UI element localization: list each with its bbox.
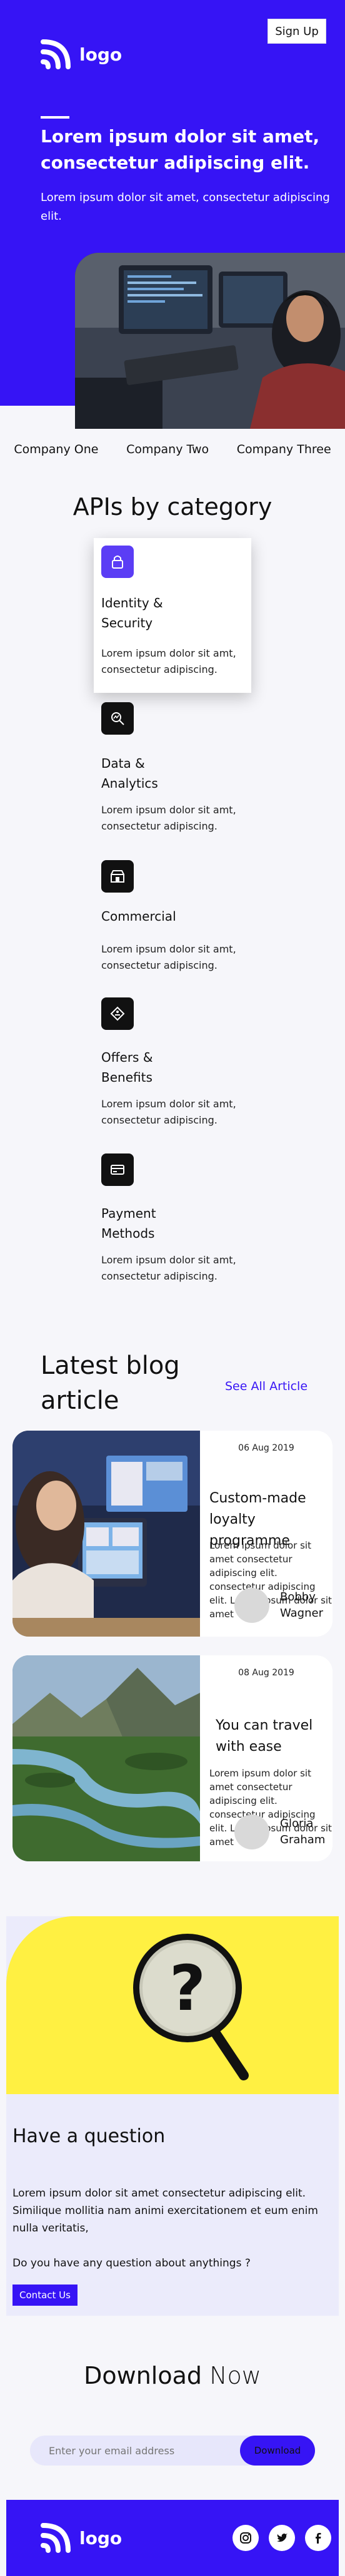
api-category-item[interactable]: Data & Analytics Lorem ipsum dolor sit a… bbox=[101, 702, 258, 846]
blog-post-card[interactable]: 08 Aug 2019 You can travel with ease Lor… bbox=[12, 1655, 332, 1861]
company-name: Company One bbox=[14, 443, 99, 456]
api-category-title: Commercial bbox=[101, 909, 176, 924]
facebook-icon[interactable] bbox=[305, 2525, 331, 2551]
api-category-title: Identity & Security bbox=[101, 595, 163, 630]
twitter-icon[interactable] bbox=[269, 2525, 295, 2551]
download-form: Download bbox=[30, 2436, 315, 2466]
blog-post-body: 08 Aug 2019 You can travel with ease Lor… bbox=[200, 1655, 332, 1861]
offer-badge-icon bbox=[101, 997, 134, 1030]
footer-logo[interactable]: logo bbox=[41, 2523, 122, 2553]
logo-text: logo bbox=[79, 2527, 122, 2549]
email-input[interactable] bbox=[49, 2436, 224, 2466]
api-category-desc: Lorem ipsum dolor sit amt, consectetur a… bbox=[101, 804, 236, 832]
api-category-desc: Lorem ipsum dolor sit amt, consectetur a… bbox=[101, 943, 236, 971]
question-banner: ? bbox=[6, 1916, 339, 2094]
blog-post-image bbox=[12, 1431, 200, 1637]
api-category-desc: Lorem ipsum dolor sit amt, consectetur a… bbox=[101, 1254, 236, 1282]
post-date: 08 Aug 2019 bbox=[238, 1668, 294, 1678]
hero-title: Lorem ipsum dolor sit amet, consectetur … bbox=[41, 126, 320, 173]
lock-icon bbox=[101, 546, 134, 578]
signup-button[interactable]: Sign Up bbox=[268, 19, 326, 44]
api-category-desc: Lorem ipsum dolor sit amt, consectetur a… bbox=[101, 1098, 236, 1126]
api-category-title: Offers & Benefits bbox=[101, 1050, 153, 1085]
see-all-articles-link[interactable]: See All Article bbox=[225, 1379, 308, 1393]
download-button[interactable]: Download bbox=[240, 2436, 315, 2466]
blog-post-body: 06 Aug 2019 Custom-made loyalty programm… bbox=[200, 1431, 332, 1637]
api-category-item[interactable]: Commercial Lorem ipsum dolor sit amt, co… bbox=[101, 860, 258, 985]
credit-card-icon bbox=[101, 1153, 134, 1186]
hero-subtitle: Lorem ipsum dolor sit amet, consectetur … bbox=[41, 191, 330, 223]
download-heading-bold: Download bbox=[84, 2362, 202, 2389]
api-category-title: Payment Methods bbox=[101, 1206, 156, 1241]
landing-page: logo Sign Up Lorem ipsum dolor sit amet,… bbox=[0, 0, 345, 2576]
post-title[interactable]: You can travel with ease bbox=[216, 1715, 328, 1758]
post-author: Bobby Wagner bbox=[280, 1590, 323, 1620]
avatar bbox=[234, 1588, 269, 1623]
download-heading-light: Now bbox=[209, 2362, 261, 2389]
logo-icon bbox=[41, 39, 71, 69]
question-prompt: Do you have any question about anythings… bbox=[12, 2257, 251, 2270]
post-author: Gloria Graham bbox=[280, 1817, 326, 1846]
post-date: 06 Aug 2019 bbox=[238, 1443, 294, 1453]
blog-post-image bbox=[12, 1655, 200, 1861]
api-category-desc: Lorem ipsum dolor sit amt, consectetur a… bbox=[101, 647, 236, 675]
logo-icon bbox=[41, 2523, 71, 2553]
blog-post-card[interactable]: 06 Aug 2019 Custom-made loyalty programm… bbox=[12, 1431, 332, 1637]
api-category-item[interactable]: Payment Methods Lorem ipsum dolor sit am… bbox=[101, 1153, 258, 1297]
contact-us-button[interactable]: Contact Us bbox=[12, 2285, 78, 2306]
api-category-title: Data & Analytics bbox=[101, 756, 158, 791]
avatar bbox=[234, 1814, 269, 1849]
question-title: Have a question bbox=[12, 2125, 166, 2147]
hero-accent-line bbox=[41, 116, 69, 119]
svg-text:?: ? bbox=[169, 1952, 206, 2025]
question-text: Lorem ipsum dolor sit amet consectetur a… bbox=[12, 2187, 318, 2235]
api-category-card[interactable]: Identity & Security Lorem ipsum dolor si… bbox=[94, 538, 251, 693]
apis-heading: APIs by category bbox=[72, 493, 272, 521]
company-logos-row: Company One Company Two Company Three bbox=[0, 437, 345, 462]
download-heading: Download Now bbox=[0, 2362, 345, 2389]
api-category-item[interactable]: Offers & Benefits Lorem ipsum dolor sit … bbox=[101, 997, 258, 1141]
company-name: Company Three bbox=[236, 443, 331, 456]
storefront-icon bbox=[101, 860, 134, 893]
analytics-search-icon bbox=[101, 702, 134, 735]
logo-text: logo bbox=[79, 44, 122, 65]
developer-photo-illustration bbox=[75, 253, 345, 429]
instagram-icon[interactable] bbox=[232, 2525, 259, 2551]
magnifying-glass-icon: ? bbox=[6, 1916, 339, 2094]
blog-heading: Latest blog article bbox=[41, 1351, 180, 1415]
footer: logo bbox=[6, 2500, 339, 2576]
hero-image bbox=[75, 253, 345, 429]
company-name: Company Two bbox=[126, 443, 209, 456]
header-logo[interactable]: logo bbox=[41, 39, 122, 69]
